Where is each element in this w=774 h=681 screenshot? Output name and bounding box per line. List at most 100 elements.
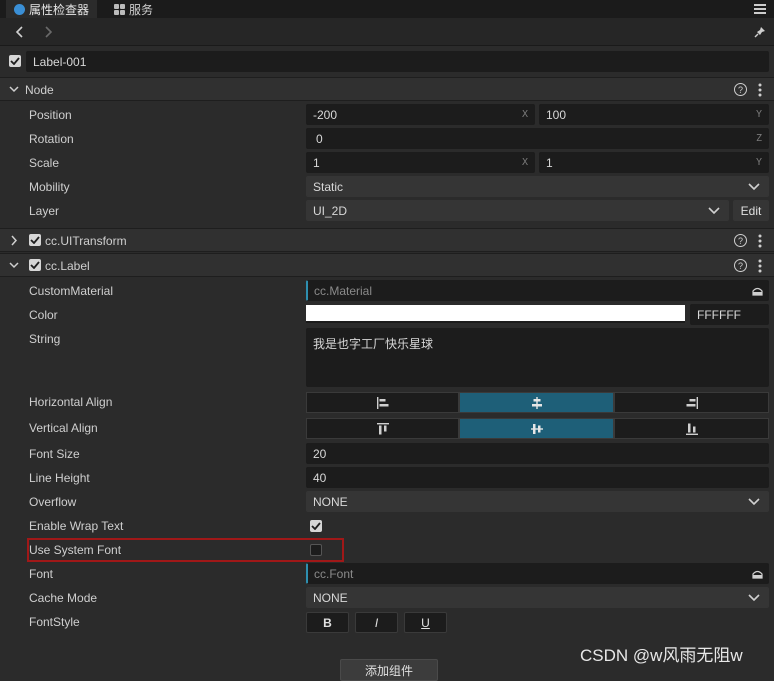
mobility-select[interactable]: Static [306, 176, 769, 197]
position-y-value: 100 [546, 107, 567, 122]
help-icon[interactable]: ? [734, 234, 747, 247]
cache-mode-value: NONE [313, 590, 348, 605]
color-swatch[interactable] [306, 305, 685, 323]
layer-value: UI_2D [313, 203, 348, 218]
custom-material-asset-field[interactable]: cc.Material [306, 280, 769, 301]
overflow-label: Overflow [29, 495, 77, 509]
tab-services[interactable]: 服务 [106, 0, 161, 18]
layer-edit-button[interactable]: Edit [733, 200, 769, 221]
label-enabled-checkbox[interactable] [29, 259, 41, 271]
system-font-checkbox[interactable] [310, 544, 322, 556]
position-y-input[interactable]: 100 Y [539, 104, 769, 125]
align-center-icon [531, 396, 542, 409]
font-value: cc.Font [314, 566, 354, 581]
system-font-label: Use System Font [29, 543, 122, 557]
string-textarea[interactable]: 我是也字工厂快乐星球 [306, 328, 769, 387]
section-title-label: cc.Label [45, 259, 90, 273]
pin-icon[interactable] [752, 25, 768, 39]
position-x-input[interactable]: -200 X [306, 104, 535, 125]
axis-y-label: Y [755, 157, 762, 168]
font-asset-field[interactable]: cc.Font [306, 563, 769, 584]
overflow-value: NONE [313, 494, 348, 509]
wrap-text-checkbox[interactable] [310, 520, 322, 532]
edit-label: Edit [740, 203, 762, 218]
underline-label: U [421, 615, 430, 630]
mobility-label: Mobility [29, 180, 70, 194]
underline-button[interactable]: U [404, 612, 447, 633]
scale-y-value: 1 [546, 155, 553, 170]
font-size-input[interactable]: 20 [306, 443, 769, 464]
chevron-down-icon [9, 86, 19, 93]
add-component-label: 添加组件 [364, 663, 413, 678]
back-arrow-icon[interactable] [12, 25, 26, 39]
section-header-label[interactable]: cc.Label ? [0, 253, 774, 277]
node-name-input[interactable]: Label-001 [26, 51, 769, 72]
font-size-label: Font Size [29, 447, 80, 461]
more-vertical-icon[interactable] [758, 259, 762, 273]
custom-material-label: CustomMaterial [29, 284, 114, 298]
align-right-icon [686, 396, 698, 409]
inspector-icon [14, 3, 25, 15]
section-header-uitransform[interactable]: cc.UITransform ? [0, 228, 774, 252]
vertical-align-label: Vertical Align [29, 421, 98, 435]
string-label: String [29, 332, 61, 346]
forward-arrow-icon[interactable] [42, 25, 56, 39]
more-vertical-icon[interactable] [758, 83, 762, 97]
scale-label: Scale [29, 156, 60, 170]
services-icon [114, 3, 125, 15]
color-hex-input[interactable]: FFFFFF [690, 304, 769, 325]
tab-inspector[interactable]: 属性检查器 [6, 0, 98, 18]
add-component-button[interactable]: 添加组件 [340, 659, 438, 681]
scale-x-input[interactable]: 1 X [306, 152, 535, 173]
line-height-label: Line Height [29, 471, 90, 485]
help-icon[interactable]: ? [734, 83, 747, 96]
tab-inspector-label: 属性检查器 [29, 2, 90, 17]
scale-y-input[interactable]: 1 Y [539, 152, 769, 173]
align-top-icon [376, 422, 389, 434]
panel-menu-icon[interactable] [752, 2, 768, 16]
cache-mode-select[interactable]: NONE [306, 587, 769, 608]
help-icon[interactable]: ? [734, 259, 747, 272]
chevron-right-icon [11, 235, 18, 246]
more-vertical-icon[interactable] [758, 234, 762, 248]
chevron-down-icon [9, 262, 19, 269]
mobility-value: Static [313, 179, 344, 194]
line-height-input[interactable]: 40 [306, 467, 769, 488]
vertical-align-bottom-button[interactable] [614, 418, 769, 439]
asset-picker-icon[interactable] [752, 286, 763, 296]
axis-x-label: X [521, 157, 528, 168]
horizontal-align-right-button[interactable] [614, 392, 769, 413]
inspector-toolbar [0, 18, 774, 46]
rotation-z-input[interactable]: 0 Z [306, 128, 769, 149]
rotation-label: Rotation [29, 132, 74, 146]
axis-y-label: Y [755, 109, 762, 120]
cache-mode-label: Cache Mode [29, 591, 98, 605]
panel-tab-bar: 属性检查器 服务 [0, 0, 774, 18]
layer-label: Layer [29, 204, 60, 218]
italic-label: I [374, 615, 379, 630]
section-title-uitransform: cc.UITransform [45, 234, 127, 248]
overflow-select[interactable]: NONE [306, 491, 769, 512]
horizontal-align-left-button[interactable] [306, 392, 459, 413]
section-header-node[interactable]: Node ? [0, 77, 774, 101]
chevron-down-icon [748, 182, 760, 190]
chevron-down-icon [748, 593, 760, 601]
asset-picker-icon[interactable] [752, 569, 763, 579]
align-left-icon [376, 396, 388, 409]
tab-services-label: 服务 [129, 2, 154, 17]
bold-button[interactable]: B [306, 612, 349, 633]
bold-label: B [323, 615, 332, 630]
uitransform-enabled-checkbox[interactable] [29, 234, 41, 246]
watermark-text: CSDN @w风雨无阻w [580, 646, 743, 665]
axis-x-label: X [521, 109, 528, 120]
color-hex-value: FFFFFF [697, 307, 741, 322]
horizontal-align-center-button[interactable] [459, 392, 614, 413]
vertical-align-top-button[interactable] [306, 418, 459, 439]
layer-select[interactable]: UI_2D [306, 200, 729, 221]
vertical-align-middle-button[interactable] [459, 418, 614, 439]
custom-material-value: cc.Material [314, 283, 373, 298]
axis-z-label: Z [755, 133, 762, 144]
node-active-checkbox[interactable] [9, 55, 21, 67]
chevron-down-icon [708, 206, 720, 214]
italic-button[interactable]: I [355, 612, 398, 633]
